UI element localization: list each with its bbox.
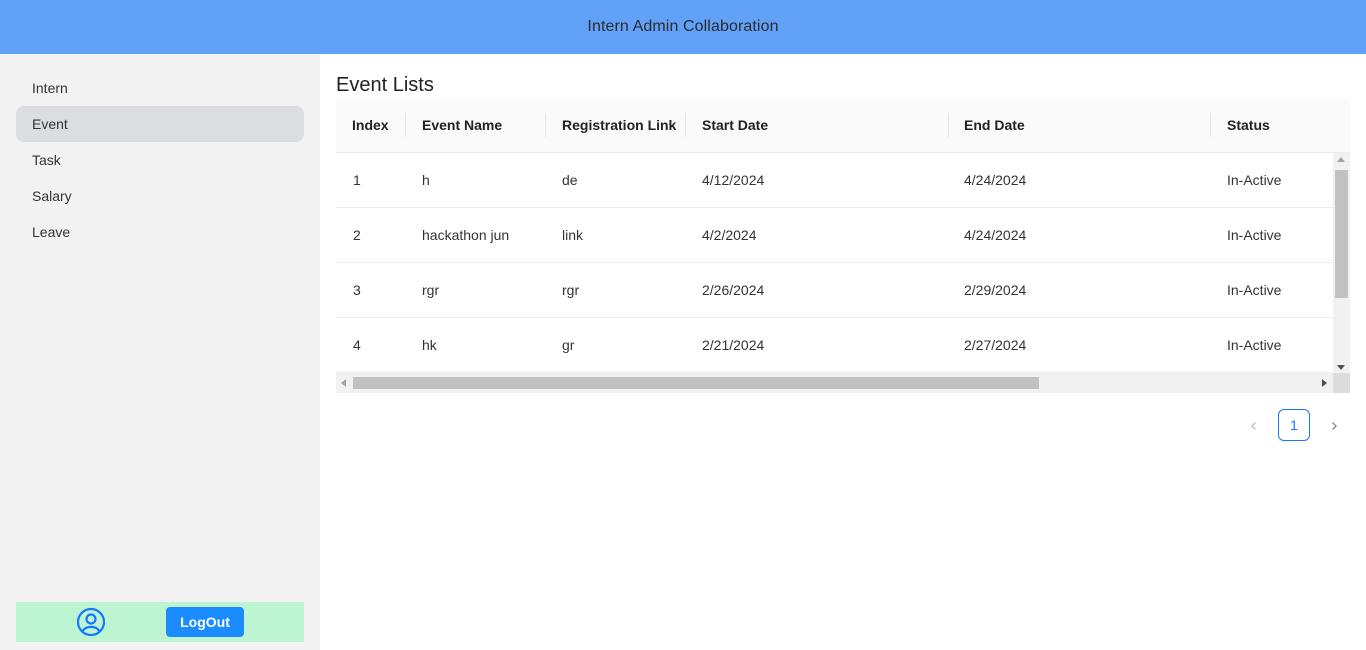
- event-table: Index Event Name Registration Link Start…: [336, 98, 1350, 393]
- table-row[interactable]: 1 h de 4/12/2024 4/24/2024 In-Active: [336, 153, 1333, 208]
- cell-event-name: rgr: [422, 282, 440, 298]
- cell-start-date: 2/21/2024: [702, 337, 765, 353]
- sidebar-nav: Intern Event Task Salary Leave: [16, 70, 304, 250]
- cell-start-date: 2/26/2024: [702, 282, 765, 298]
- table-body[interactable]: 1 h de 4/12/2024 4/24/2024 In-Active 2 h…: [336, 153, 1333, 373]
- cell-start-date: 4/2/2024: [702, 227, 757, 243]
- top-header: Intern Admin Collaboration: [0, 0, 1366, 54]
- chevron-right-icon: [1332, 422, 1337, 431]
- cell-registration-link: rgr: [562, 282, 580, 298]
- table-row[interactable]: 2 hackathon jun link 4/2/2024 4/24/2024 …: [336, 208, 1333, 263]
- cell-status: In-Active: [1227, 337, 1282, 353]
- column-divider: [405, 113, 406, 137]
- cell-registration-link: de: [562, 172, 578, 188]
- horizontal-scrollbar[interactable]: [336, 373, 1350, 393]
- cell-end-date: 2/27/2024: [964, 337, 1027, 353]
- column-header-status[interactable]: Status: [1227, 98, 1270, 153]
- cell-status: In-Active: [1227, 282, 1282, 298]
- cell-end-date: 4/24/2024: [964, 172, 1027, 188]
- column-header-end-date[interactable]: End Date: [964, 98, 1025, 153]
- cell-end-date: 4/24/2024: [964, 227, 1027, 243]
- scroll-left-arrow-icon[interactable]: [341, 379, 346, 387]
- sidebar-footer: LogOut: [16, 602, 304, 642]
- table-header: Index Event Name Registration Link Start…: [336, 98, 1350, 153]
- sidebar-item-salary[interactable]: Salary: [16, 178, 304, 214]
- table-row[interactable]: 3 rgr rgr 2/26/2024 2/29/2024 In-Active: [336, 263, 1333, 318]
- cell-registration-link: link: [562, 227, 584, 243]
- sidebar-item-leave[interactable]: Leave: [16, 214, 304, 250]
- cell-status: In-Active: [1227, 172, 1282, 188]
- pagination-next-button[interactable]: [1318, 409, 1350, 441]
- vertical-scroll-thumb[interactable]: [1335, 170, 1348, 298]
- column-divider: [1210, 113, 1211, 137]
- cell-end-date: 2/29/2024: [964, 282, 1027, 298]
- scroll-down-arrow-icon[interactable]: [1337, 365, 1345, 370]
- cell-registration-link: gr: [562, 337, 575, 353]
- user-circle-icon[interactable]: [76, 607, 106, 637]
- table-row[interactable]: 4 hk gr 2/21/2024 2/27/2024 In-Active: [336, 318, 1333, 373]
- column-header-start-date[interactable]: Start Date: [702, 98, 768, 153]
- sidebar-item-intern[interactable]: Intern: [16, 70, 304, 106]
- cell-index: 4: [353, 337, 361, 353]
- column-header-index[interactable]: Index: [352, 98, 389, 153]
- vertical-scrollbar[interactable]: [1333, 153, 1350, 373]
- cell-event-name: hk: [422, 337, 437, 353]
- pagination: 1: [1238, 409, 1350, 441]
- pagination-prev-button[interactable]: [1238, 409, 1270, 441]
- page-title: Event Lists: [336, 74, 434, 96]
- cell-index: 1: [353, 172, 361, 188]
- scroll-up-arrow-icon[interactable]: [1337, 157, 1345, 162]
- sidebar-item-event[interactable]: Event: [16, 106, 304, 142]
- cell-event-name: h: [422, 172, 430, 188]
- app-title: Intern Admin Collaboration: [587, 18, 779, 35]
- column-header-registration-link[interactable]: Registration Link: [562, 98, 676, 153]
- scroll-right-arrow-icon[interactable]: [1322, 379, 1327, 387]
- cell-start-date: 4/12/2024: [702, 172, 765, 188]
- main-content: Event Lists Index Event Name Registratio…: [320, 54, 1366, 650]
- column-divider: [948, 113, 949, 137]
- chevron-left-icon: [1251, 422, 1256, 431]
- scrollbar-corner: [1333, 373, 1350, 393]
- pagination-page-1[interactable]: 1: [1278, 409, 1310, 441]
- cell-status: In-Active: [1227, 227, 1282, 243]
- sidebar-item-task[interactable]: Task: [16, 142, 304, 178]
- column-header-event-name[interactable]: Event Name: [422, 98, 502, 153]
- cell-event-name: hackathon jun: [422, 227, 510, 243]
- cell-index: 3: [353, 282, 361, 298]
- horizontal-scroll-thumb[interactable]: [353, 377, 1039, 389]
- column-divider: [685, 113, 686, 137]
- column-divider: [545, 113, 546, 137]
- logout-button[interactable]: LogOut: [166, 607, 244, 637]
- cell-index: 2: [353, 227, 361, 243]
- sidebar: Intern Event Task Salary Leave LogOut: [0, 54, 320, 650]
